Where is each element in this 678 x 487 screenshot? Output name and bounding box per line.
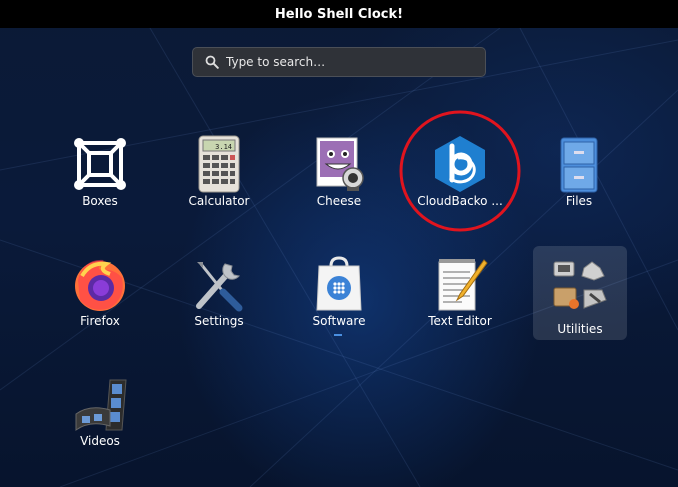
app-label: Settings	[194, 314, 244, 328]
text-editor-icon	[438, 259, 488, 311]
app-label: Files	[565, 194, 593, 208]
calculator-display: 3.14	[215, 143, 232, 151]
app-folder-utilities[interactable]: Utilities	[533, 246, 627, 340]
firefox-icon	[75, 259, 125, 311]
cheese-icon	[316, 137, 364, 191]
search-input[interactable]	[226, 55, 466, 69]
settings-icon	[196, 262, 243, 312]
app-label: Software	[312, 314, 366, 328]
app-label: Cheese	[316, 194, 362, 208]
app-files[interactable]: Files	[529, 128, 629, 228]
app-calculator[interactable]: 3.14 Calculator	[169, 128, 269, 228]
app-label: Text Editor	[428, 314, 492, 328]
folder-label: Utilities	[557, 322, 603, 336]
files-icon	[560, 137, 598, 193]
software-icon	[316, 256, 362, 311]
app-label: Calculator	[188, 194, 250, 208]
app-text-editor[interactable]: Text Editor	[410, 248, 510, 348]
calculator-icon: 3.14	[198, 135, 240, 193]
app-label: Videos	[80, 434, 120, 448]
boxes-icon	[74, 138, 126, 190]
folder-icon	[553, 261, 607, 309]
app-label: Boxes	[82, 194, 118, 208]
clock-label[interactable]: Hello Shell Clock!	[275, 7, 403, 22]
app-settings[interactable]: Settings	[169, 248, 269, 348]
app-software[interactable]: Software	[289, 248, 389, 348]
search-icon	[205, 55, 219, 69]
app-boxes[interactable]: Boxes	[50, 128, 150, 228]
videos-icon	[75, 379, 127, 431]
search-box[interactable]	[192, 47, 486, 77]
highlight-annotation-circle	[399, 110, 521, 232]
app-label: Firefox	[80, 314, 120, 328]
app-videos[interactable]: Videos	[50, 368, 150, 468]
app-firefox[interactable]: Firefox	[50, 248, 150, 348]
running-indicator	[334, 334, 342, 336]
app-cheese[interactable]: Cheese	[289, 128, 389, 228]
top-bar: Hello Shell Clock!	[0, 0, 678, 28]
